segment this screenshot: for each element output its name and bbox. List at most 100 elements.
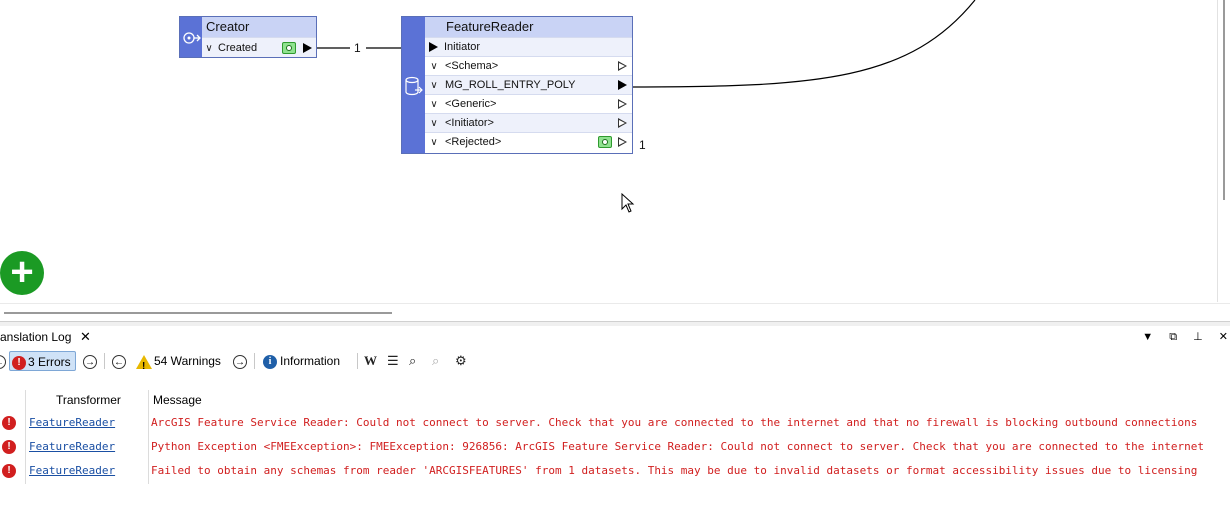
featurereader-port-generic[interactable]: ∨ <Generic> (425, 94, 632, 113)
log-toolbar: ← !3 Errors → ← 54 Warnings → iInformati… (0, 349, 1230, 377)
workspace-canvas[interactable]: Creator ∨ Created 1 FeatureReader Initiat… (0, 0, 1230, 322)
errors-count-label: 3 Errors (28, 355, 71, 369)
previous-error-button[interactable]: ← (0, 351, 6, 371)
circle-arrow-right-icon: → (83, 354, 97, 369)
output-port-arrow-icon[interactable] (618, 118, 627, 128)
log-message: Failed to obtain any schemas from reader… (151, 464, 1198, 477)
gear-icon: ⚙ (455, 353, 467, 368)
find-icon: ⌕ (409, 353, 417, 368)
featurereader-node[interactable]: FeatureReader Initiator ∨ <Schema> ∨ MG_RO… (401, 16, 633, 154)
error-icon: ! (12, 355, 26, 370)
chevron-down-icon[interactable]: ∨ (427, 76, 441, 95)
toolbar-separator (254, 353, 255, 369)
error-icon: ! (2, 440, 16, 454)
creator-port-label: Created (218, 42, 258, 54)
toolbar-separator (357, 353, 358, 369)
information-filter-button[interactable]: i Information (263, 351, 340, 371)
circle-arrow-left-icon: ← (112, 354, 126, 369)
database-reader-icon (405, 76, 423, 96)
port-label: <Generic> (445, 98, 497, 110)
settings-button[interactable]: ⚙ (455, 351, 467, 371)
word-wrap-button[interactable]: W (364, 351, 377, 371)
close-tab-icon[interactable]: ✕ (80, 326, 91, 348)
eye-icon[interactable] (282, 42, 296, 54)
filter-find-button[interactable]: ⌕ (432, 351, 439, 371)
log-message: ArcGIS Feature Service Reader: Could not… (151, 416, 1198, 429)
port-label: <Initiator> (445, 117, 494, 129)
table-row[interactable]: ! FeatureReader Failed to obtain any sch… (0, 459, 1230, 483)
chevron-down-icon[interactable]: ∨ (427, 57, 441, 76)
translation-log-tab[interactable]: anslation Log (0, 326, 71, 348)
creator-node[interactable]: Creator ∨ Created (179, 16, 317, 58)
filter-find-icon: ⌕ (432, 353, 440, 368)
transformer-link[interactable]: FeatureReader (29, 435, 115, 459)
information-label: Information (280, 354, 341, 368)
output-port-arrow-icon[interactable] (618, 80, 627, 90)
featurereader-port-initiator[interactable]: ∨ <Initiator> (425, 113, 632, 132)
toolbar-separator (104, 353, 105, 369)
panel-window-buttons: ▼ ⧉ ⊥ ✕ (1129, 326, 1228, 348)
chevron-down-icon[interactable]: ∨ (427, 114, 441, 133)
chevron-down-icon[interactable]: ∨ (427, 133, 441, 152)
input-port-arrow-icon[interactable] (429, 42, 438, 52)
featurereader-port-schema[interactable]: ∨ <Schema> (425, 56, 632, 75)
rejected-feature-count: 1 (639, 138, 646, 152)
creator-icon (183, 32, 201, 44)
output-port-arrow-icon[interactable] (618, 61, 627, 71)
port-label: <Schema> (445, 60, 499, 72)
output-port-arrow-icon[interactable] (618, 99, 627, 109)
creator-feature-count: 1 (354, 41, 361, 55)
mg-roll-connection (631, 0, 976, 88)
restore-icon[interactable]: ⧉ (1169, 326, 1177, 348)
errors-filter-button[interactable]: ! 3 Errors (9, 351, 76, 371)
horizontal-scroll-thumb[interactable] (4, 312, 392, 314)
next-warning-button[interactable]: → (233, 351, 247, 371)
error-icon: ! (2, 464, 16, 478)
table-row[interactable]: ! FeatureReader Python Exception <FMEExc… (0, 435, 1230, 459)
output-port-arrow-icon[interactable] (303, 43, 312, 53)
creator-port-created[interactable]: ∨ Created (202, 37, 316, 57)
pin-icon[interactable]: ⊥ (1193, 326, 1203, 348)
warnings-filter-button[interactable]: 54 Warnings (136, 351, 221, 377)
port-label: <Rejected> (445, 136, 502, 148)
error-icon: ! (2, 416, 16, 430)
close-panel-icon[interactable]: ✕ (1219, 326, 1228, 348)
mouse-cursor-icon (621, 193, 635, 213)
circle-arrow-left-icon: ← (0, 354, 6, 369)
log-message: Python Exception <FMEException>: FMEExce… (151, 440, 1204, 453)
previous-warning-button[interactable]: ← (112, 351, 126, 371)
input-port-label: Initiator (444, 41, 481, 53)
transformer-link[interactable]: FeatureReader (29, 411, 115, 435)
column-header-message[interactable]: Message (153, 390, 202, 410)
add-transformer-button[interactable]: + (0, 251, 44, 295)
creator-node-title: Creator (202, 17, 316, 37)
featurereader-node-title: FeatureReader (425, 17, 632, 37)
creator-node-strip (180, 17, 202, 57)
word-wrap-icon: W (364, 353, 377, 368)
dropdown-arrow-icon[interactable]: ▼ (1142, 326, 1153, 348)
warnings-count-label: 54 Warnings (154, 354, 221, 368)
warning-icon (136, 354, 152, 377)
transformer-link[interactable]: FeatureReader (29, 459, 115, 483)
info-icon: i (263, 354, 277, 369)
column-header-transformer[interactable]: Transformer (56, 390, 121, 410)
numbered-list-button[interactable]: ☰ (387, 351, 399, 371)
canvas-horizontal-scrollbar[interactable] (0, 303, 1230, 322)
featurereader-port-mg-roll-entry-poly[interactable]: ∨ MG_ROLL_ENTRY_POLY (425, 75, 632, 94)
list-icon: ☰ (387, 353, 399, 368)
featurereader-port-rejected[interactable]: ∨ <Rejected> (425, 132, 632, 151)
featurereader-node-strip (402, 17, 425, 153)
output-port-arrow-icon[interactable] (618, 137, 627, 147)
translation-log-header: anslation Log ✕ ▼ ⧉ ⊥ ✕ (0, 326, 1230, 348)
circle-arrow-right-icon: → (233, 354, 247, 369)
featurereader-input-port[interactable]: Initiator (425, 37, 632, 56)
next-error-button[interactable]: → (83, 351, 97, 371)
find-button[interactable]: ⌕ (409, 351, 416, 371)
vertical-scroll-thumb[interactable] (1223, 0, 1225, 200)
chevron-down-icon[interactable]: ∨ (202, 39, 216, 59)
port-label: MG_ROLL_ENTRY_POLY (445, 79, 576, 91)
chevron-down-icon[interactable]: ∨ (427, 95, 441, 114)
table-row[interactable]: ! FeatureReader ArcGIS Feature Service R… (0, 411, 1230, 435)
canvas-vertical-scrollbar[interactable] (1217, 0, 1230, 302)
eye-icon[interactable] (598, 136, 612, 148)
